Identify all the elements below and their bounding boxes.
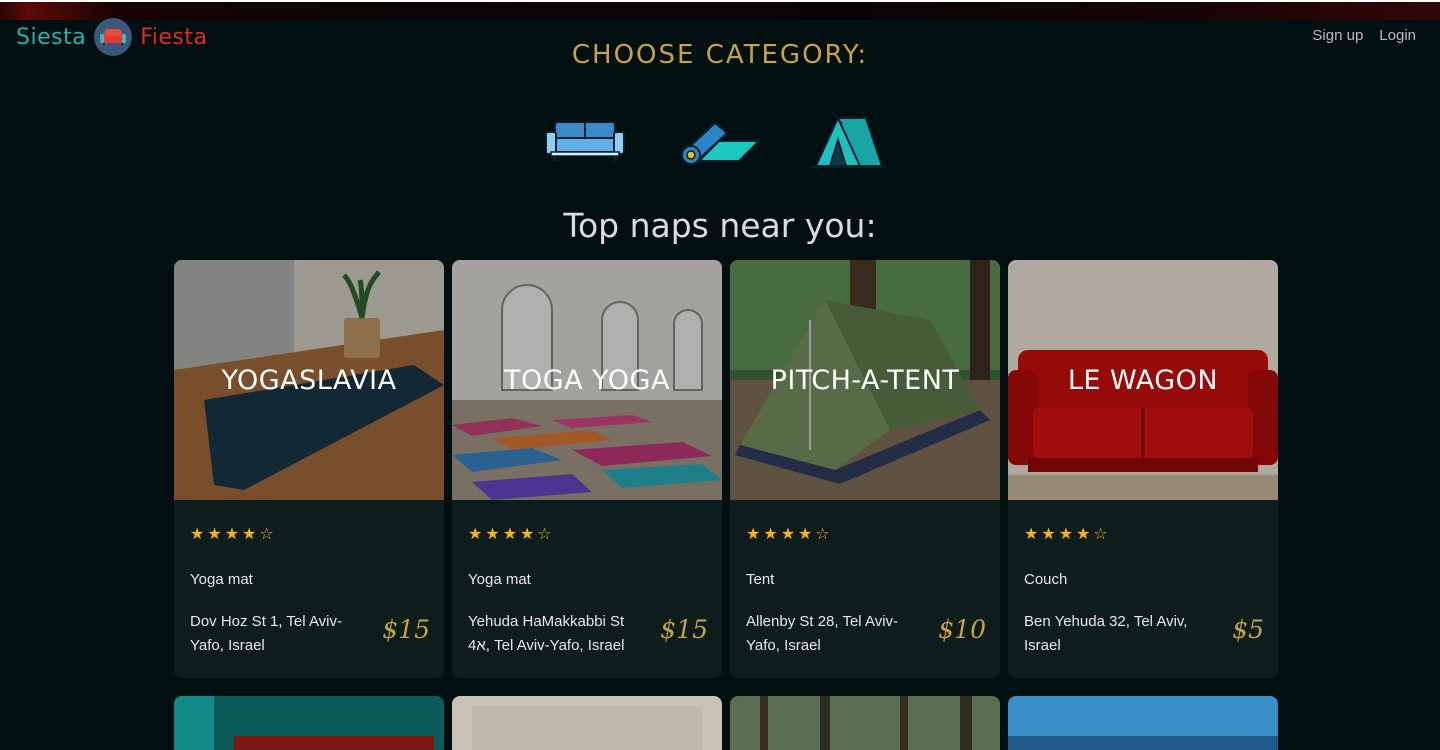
listing-address: Dov Hoz St 1, Tel Aviv-Yafo, Israel <box>190 613 343 654</box>
star-empty-icon: ☆ <box>815 524 830 543</box>
star-filled-icon: ★ <box>190 524 205 543</box>
listing-card[interactable]: Yogaslavia ★ ★ ★ ★ ☆ Yoga mat Dov Hoz St… <box>174 260 444 678</box>
couch-icon <box>545 121 625 161</box>
listing-card-partial[interactable] <box>174 696 444 750</box>
star-filled-icon: ★ <box>1076 524 1091 543</box>
category-tent[interactable] <box>803 105 893 175</box>
star-filled-icon: ★ <box>1024 524 1039 543</box>
star-filled-icon: ★ <box>746 524 761 543</box>
listing-image <box>174 696 444 750</box>
listing-type: Yoga mat <box>190 571 253 588</box>
category-selector <box>540 105 900 175</box>
star-empty-icon: ☆ <box>1093 524 1108 543</box>
star-filled-icon: ★ <box>763 524 778 543</box>
listing-price: $15 <box>382 615 430 644</box>
star-rating: ★ ★ ★ ★ ☆ <box>1024 524 1108 543</box>
star-filled-icon: ★ <box>468 524 483 543</box>
listing-image: Yogaslavia <box>174 260 444 500</box>
listing-card[interactable]: Toga Yoga ★ ★ ★ ★ ☆ Yoga mat Yehuda HaMa… <box>452 260 722 678</box>
listing-card[interactable]: Le Wagon ★ ★ ★ ★ ☆ Couch Ben Yehuda 32, … <box>1008 260 1278 678</box>
listing-image: Le Wagon <box>1008 260 1278 500</box>
listing-price: $5 <box>1232 615 1264 644</box>
listing-image <box>452 696 722 750</box>
listing-card-partial[interactable] <box>730 696 1000 750</box>
listing-price: $10 <box>938 615 986 644</box>
listing-type: Yoga mat <box>468 571 531 588</box>
listing-image: Pitch-a-tent <box>730 260 1000 500</box>
listing-card-partial[interactable] <box>1008 696 1278 750</box>
listing-address: Ben Yehuda 32, Tel Aviv, Israel <box>1024 613 1188 654</box>
listing-card-partial[interactable] <box>452 696 722 750</box>
listing-image: Toga Yoga <box>452 260 722 500</box>
listing-title: Yogaslavia <box>221 364 397 396</box>
listing-address: Yehuda HaMakkabbi St 4א, Tel Aviv-Yafo, … <box>468 613 625 654</box>
yoga-mat-icon <box>681 121 761 165</box>
star-filled-icon: ★ <box>502 524 518 543</box>
star-filled-icon: ★ <box>485 524 500 543</box>
star-empty-icon: ☆ <box>259 524 274 543</box>
star-rating: ★ ★ ★ ★ ☆ <box>468 524 552 543</box>
star-rating: ★ ★ ★ ★ ☆ <box>746 524 830 543</box>
tent-icon <box>810 111 886 168</box>
star-filled-icon: ★ <box>780 524 796 543</box>
star-filled-icon: ★ <box>224 524 240 543</box>
category-yoga-mat[interactable] <box>675 105 765 175</box>
top-naps-title: Top naps near you: <box>563 206 877 245</box>
star-filled-icon: ★ <box>1058 524 1074 543</box>
star-filled-icon: ★ <box>207 524 222 543</box>
star-filled-icon: ★ <box>1041 524 1056 543</box>
star-empty-icon: ☆ <box>537 524 552 543</box>
listing-card[interactable]: Pitch-a-tent ★ ★ ★ ★ ☆ Tent Allenby St 2… <box>730 260 1000 678</box>
category-couch[interactable] <box>540 105 630 175</box>
listing-title: Pitch-a-tent <box>770 364 960 396</box>
listing-title: Le Wagon <box>1067 364 1219 396</box>
category-title: CHOOSE CATEGORY: <box>571 40 869 70</box>
star-filled-icon: ★ <box>242 524 257 543</box>
star-filled-icon: ★ <box>798 524 813 543</box>
listing-image <box>730 696 1000 750</box>
listing-price: $15 <box>660 615 708 644</box>
listing-type: Tent <box>746 571 775 588</box>
star-rating: ★ ★ ★ ★ ☆ <box>190 524 274 543</box>
listing-image <box>1008 696 1278 750</box>
star-filled-icon: ★ <box>520 524 535 543</box>
listing-type: Couch <box>1024 571 1068 588</box>
listing-address: Allenby St 28, Tel Aviv-Yafo, Israel <box>746 613 899 654</box>
listing-title: Toga Yoga <box>504 364 670 396</box>
